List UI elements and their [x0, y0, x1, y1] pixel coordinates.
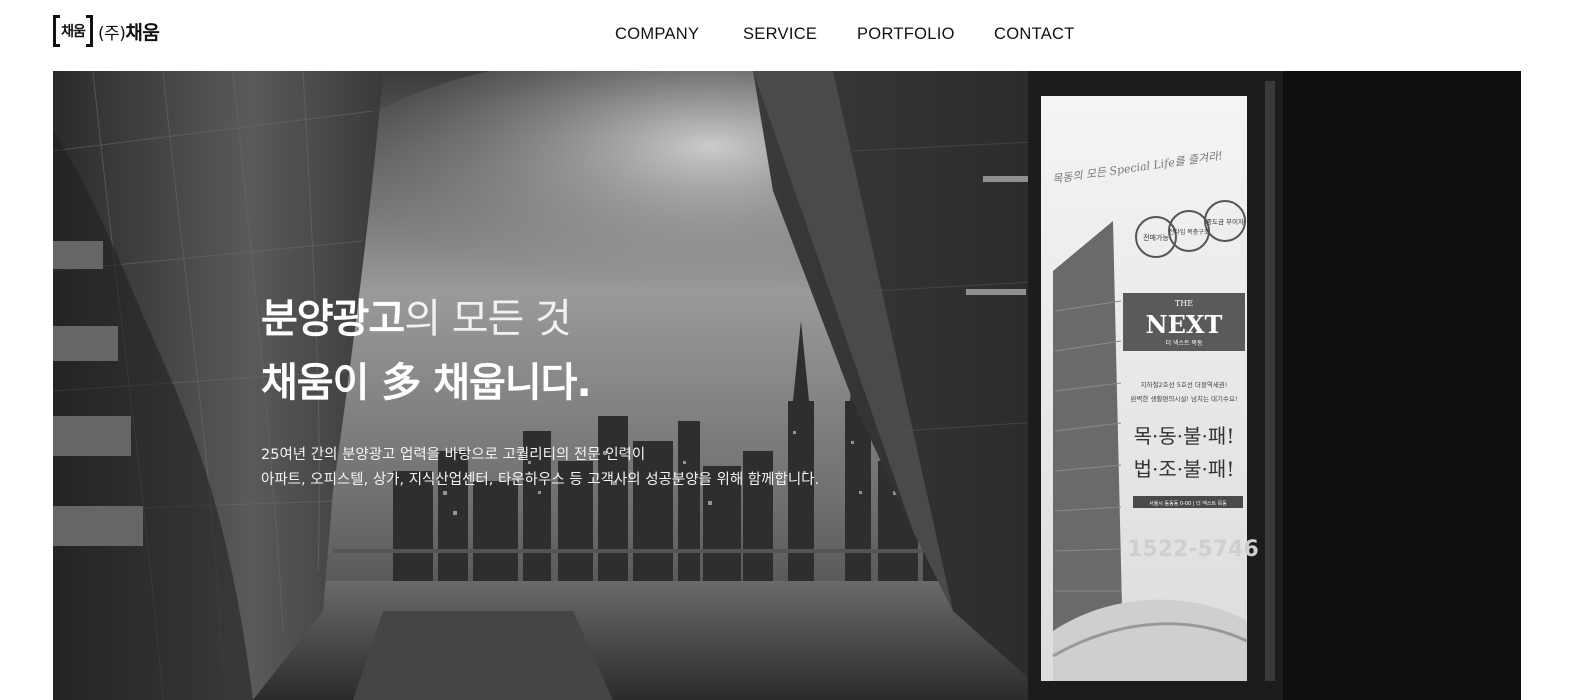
hero-text-block: 분양광고의 모든 것 채움이 多 채웁니다. 25여년 간의 분양광고 업력을 … [261, 293, 819, 493]
hero-description-line2: 아파트, 오피스텔, 상가, 지식산업센터, 타운하우스 등 고객사의 성공분양… [261, 472, 820, 488]
billboard-badge-3: 중도금 무이자 [1206, 217, 1244, 226]
hero-headline-strong: 분양광고 [261, 296, 405, 342]
nav-contact[interactable]: CONTACT [994, 22, 1075, 46]
billboard-brand-large: NEXT [1146, 310, 1223, 339]
billboard-badge-1: 전매가능 [1143, 233, 1169, 242]
billboard-phone: 1522-5746 [1127, 537, 1259, 562]
billboard-promo-2: 완벽한 생활편의시설! 넘치는 대기수요! [1130, 394, 1237, 403]
site-header: 채움 (주)채움 COMPANY SERVICE PORTFOLIO CONTA… [0, 0, 1586, 72]
billboard-brand-small: THE [1175, 299, 1193, 308]
nav-company[interactable]: COMPANY [615, 22, 699, 46]
hero-headline-light: 의 모든 것 [404, 296, 572, 342]
hero-headline-line1: 분양광고의 모든 것 [261, 293, 819, 345]
billboard-promo-1: 지하철2호선 5호선 더블역세권! [1141, 380, 1228, 389]
billboard-footer-strip: 서울시 동동동 0-00 | 더 넥스트 목동 [1149, 500, 1227, 507]
billboard-slogan-2: 법·조·불·패! [1134, 457, 1235, 481]
billboard-slogan-1: 목·동·불·패! [1134, 424, 1235, 448]
main-nav: COMPANY SERVICE PORTFOLIO CONTACT [0, 22, 1586, 46]
billboard-badge-2: 전타입 복층구조 [1169, 228, 1210, 236]
billboard-brand-sub: 더 넥스트 목동 [1166, 339, 1203, 347]
nav-service[interactable]: SERVICE [743, 22, 817, 46]
hero-description: 25여년 간의 분양광고 업력을 바탕으로 고퀄리티의 전문 인력이 아파트, … [261, 443, 819, 493]
hero-description-line1: 25여년 간의 분양광고 업력을 바탕으로 고퀄리티의 전문 인력이 [261, 447, 646, 463]
hero-banner: 목동의 모든 Special Life를 즐겨라! 전매가능 전타입 복층구조 … [53, 71, 1521, 700]
nav-portfolio[interactable]: PORTFOLIO [857, 22, 955, 46]
hero-headline-line2: 채움이 多 채웁니다. [261, 360, 592, 406]
